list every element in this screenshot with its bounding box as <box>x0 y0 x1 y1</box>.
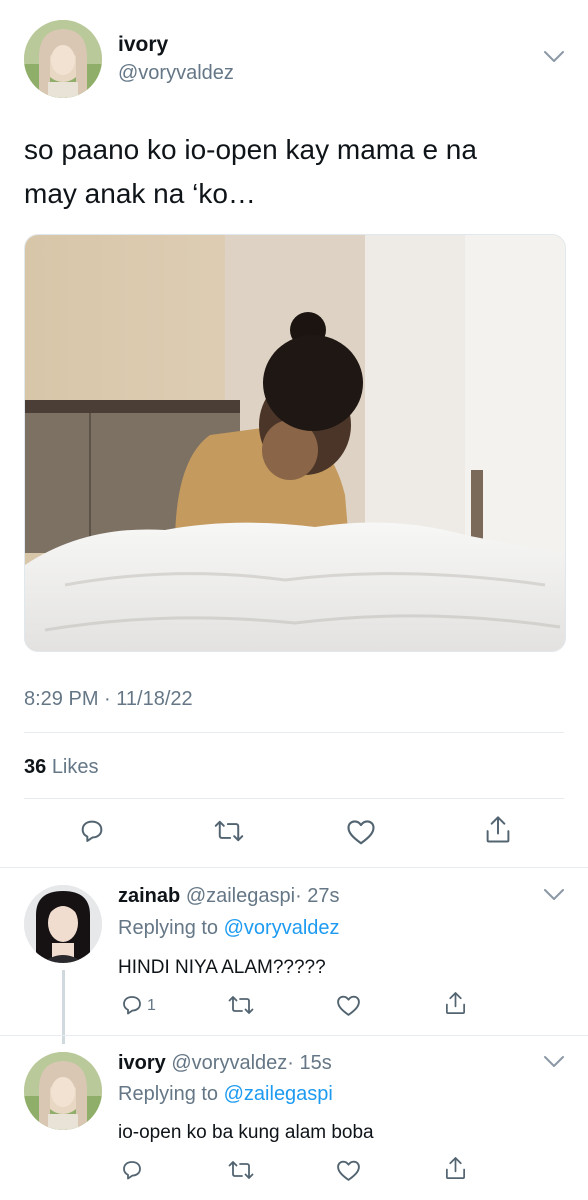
likes-label: Likes <box>51 756 99 778</box>
reply-display-name[interactable]: ivory <box>118 1052 166 1074</box>
likes-stat[interactable]: 36 Likes <box>24 755 99 779</box>
divider <box>0 1035 588 1036</box>
retweet-icon[interactable] <box>228 993 254 1017</box>
reply-count: 1 <box>147 997 156 1014</box>
replying-to: Replying to @zailegaspi <box>118 1081 333 1107</box>
tweet-timestamp[interactable]: 8:29 PM · 11/18/22 <box>24 687 193 711</box>
reply-text: io-open ko ba kung alam boba <box>118 1122 374 1143</box>
reply-icon[interactable] <box>78 817 106 845</box>
avatar[interactable] <box>24 1052 102 1130</box>
reply-handle[interactable]: @zailegaspi <box>186 885 295 907</box>
replying-to-label: Replying to <box>118 917 219 939</box>
reply-text: HINDI NIYA ALAM????? <box>118 957 326 978</box>
divider <box>0 867 588 868</box>
reply-display-name[interactable]: zainab <box>118 885 180 907</box>
chevron-down-icon[interactable] <box>543 888 565 902</box>
reply-header: zainab @zailegaspi· 27s <box>118 883 340 909</box>
likes-count: 36 <box>24 756 47 778</box>
replying-to-label: Replying to <box>118 1083 219 1105</box>
divider <box>24 732 564 733</box>
display-name[interactable]: ivory <box>118 32 168 58</box>
share-icon[interactable] <box>444 991 467 1016</box>
like-icon[interactable] <box>336 1159 361 1182</box>
like-icon[interactable] <box>336 994 361 1017</box>
avatar[interactable] <box>24 20 102 98</box>
replying-to-link[interactable]: @zailegaspi <box>224 1083 333 1105</box>
chevron-down-icon[interactable] <box>543 50 565 64</box>
reply-time[interactable]: · 27s <box>295 885 339 907</box>
share-icon[interactable] <box>484 815 512 845</box>
chevron-down-icon[interactable] <box>543 1055 565 1069</box>
replying-to: Replying to @voryvaldez <box>118 915 340 941</box>
tweet-photo[interactable] <box>24 234 566 652</box>
divider <box>24 798 564 799</box>
reply-icon[interactable] <box>120 993 144 1017</box>
handle[interactable]: @voryvaldez <box>118 61 234 85</box>
share-icon[interactable] <box>444 1156 467 1181</box>
retweet-icon[interactable] <box>228 1158 254 1182</box>
tweet-text: so paano ko io-open kay mama e na may an… <box>24 128 564 216</box>
retweet-icon[interactable] <box>214 817 244 845</box>
thread-line <box>62 970 65 1044</box>
reply-icon[interactable] <box>120 1158 144 1182</box>
avatar[interactable] <box>24 885 102 963</box>
reply-header: ivory @voryvaldez· 15s <box>118 1050 332 1076</box>
tweet-text-line: so paano ko io-open kay mama e na <box>24 134 477 165</box>
reply-time[interactable]: · 15s <box>287 1052 331 1074</box>
replying-to-link[interactable]: @voryvaldez <box>224 917 340 939</box>
like-icon[interactable] <box>346 818 376 846</box>
reply-handle[interactable]: @voryvaldez <box>171 1052 287 1074</box>
tweet-text-line: may anak na ‘ko… <box>24 178 256 209</box>
